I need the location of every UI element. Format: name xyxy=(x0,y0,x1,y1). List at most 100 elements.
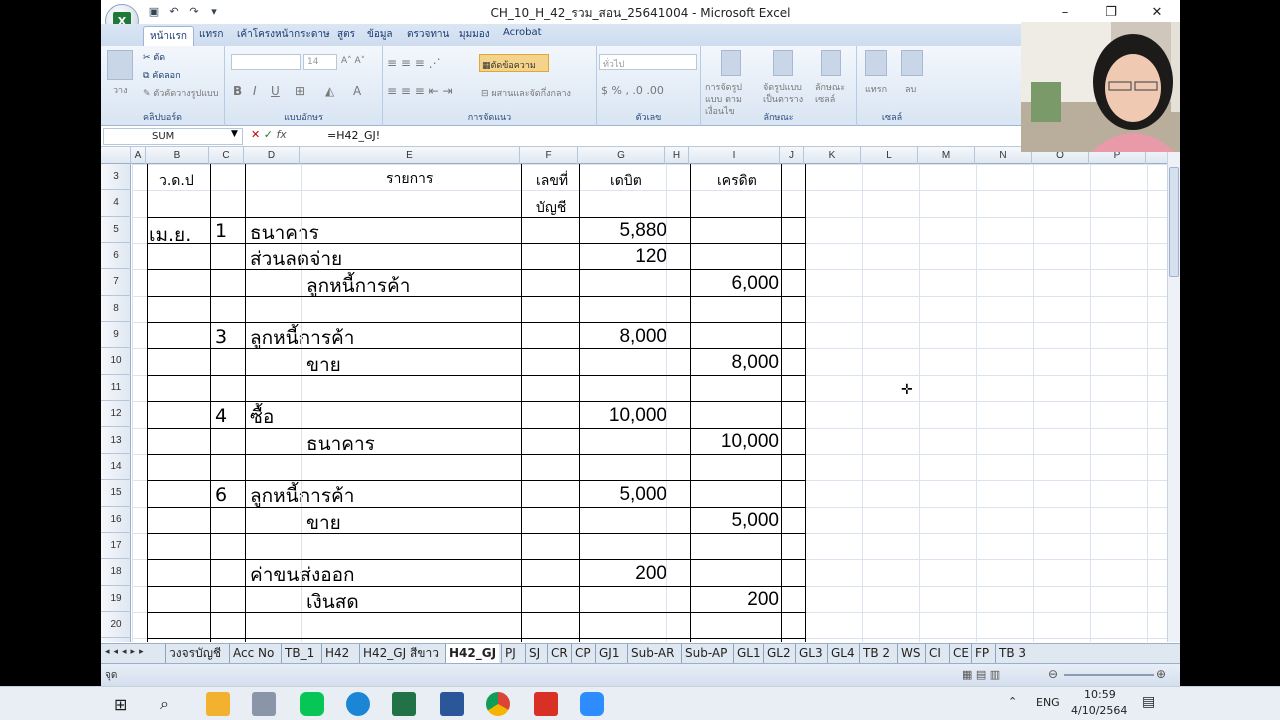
borders-icon[interactable]: ⊞ xyxy=(295,84,305,98)
restore-button[interactable]: ❐ xyxy=(1088,0,1134,24)
align-top-icon[interactable]: ≡ ≡ ≡ ⋰ xyxy=(387,56,441,70)
column-header-h[interactable]: H xyxy=(665,147,689,164)
row-header-4[interactable]: 4 xyxy=(101,190,131,217)
vertical-scrollbar[interactable] xyxy=(1167,147,1180,642)
row-header-18[interactable]: 18 xyxy=(101,559,131,586)
font-size-select[interactable]: 14 xyxy=(303,54,337,70)
row-header-13[interactable]: 13 xyxy=(101,428,131,454)
tab-page-layout[interactable]: เค้าโครงหน้ากระดาษ xyxy=(237,27,330,42)
row-header-19[interactable]: 19 xyxy=(101,586,131,612)
conditional-format-icon[interactable] xyxy=(721,50,741,76)
zoom-slider[interactable] xyxy=(1064,674,1154,676)
file-explorer-icon[interactable] xyxy=(206,692,230,716)
row-header-9[interactable]: 9 xyxy=(101,322,131,349)
tray-chevron-icon[interactable]: ⌃ xyxy=(1008,695,1017,708)
column-header-d[interactable]: D xyxy=(244,147,300,164)
zoom-out-icon[interactable]: ⊖ xyxy=(1048,667,1058,681)
enter-icon[interactable]: ✓ xyxy=(264,128,273,141)
tab-review[interactable]: ตรวจทาน xyxy=(407,27,449,42)
column-header-g[interactable]: G xyxy=(578,147,665,164)
cancel-icon[interactable]: ✕ xyxy=(251,128,260,141)
cell-styles-icon[interactable] xyxy=(821,50,841,76)
zoom-app-icon[interactable] xyxy=(580,692,604,716)
delete-cells-icon[interactable] xyxy=(901,50,923,76)
row-header-16[interactable]: 16 xyxy=(101,507,131,533)
excel-taskbar-icon[interactable] xyxy=(392,692,416,716)
sheet-nav-arrows-icon[interactable]: ◂◂◂▸▸ xyxy=(105,647,148,657)
fill-color-icon[interactable]: ◭ xyxy=(325,84,334,98)
wrap-text-button[interactable]: ▦ตัดข้อความ xyxy=(479,54,549,72)
sheet-tab[interactable]: CI xyxy=(925,644,944,663)
chrome-icon[interactable] xyxy=(486,692,510,716)
clock-time[interactable]: 10:59 xyxy=(1084,688,1116,701)
row-header-5[interactable]: 5 xyxy=(101,217,131,244)
tab-data[interactable]: ข้อมูล xyxy=(367,27,393,42)
sheet-tab[interactable]: GJ1 xyxy=(595,644,622,663)
sheet-tab[interactable]: FP xyxy=(971,644,992,663)
row-header-10[interactable]: 10 xyxy=(101,348,131,375)
column-header-m[interactable]: M xyxy=(918,147,975,164)
line-app-icon[interactable] xyxy=(300,692,324,716)
word-icon[interactable] xyxy=(440,692,464,716)
fx-icon[interactable]: fx xyxy=(276,128,286,141)
italic-icon[interactable]: I xyxy=(253,84,257,98)
insert-cells-button[interactable]: แทรก xyxy=(865,82,887,96)
input-language[interactable]: ENG xyxy=(1036,696,1060,709)
paste-icon[interactable] xyxy=(107,50,133,80)
row-header-15[interactable]: 15 xyxy=(101,480,131,507)
sheet-tab[interactable]: CE xyxy=(949,644,972,663)
grow-font-icon[interactable]: A˄ A˅ xyxy=(341,56,365,66)
row-header-20[interactable]: 20 xyxy=(101,612,131,639)
column-header-f[interactable]: F xyxy=(520,147,578,164)
sheet-tab[interactable]: GL4 xyxy=(827,644,858,663)
sheet-tab[interactable]: CP xyxy=(571,644,594,663)
format-table-icon[interactable] xyxy=(773,50,793,76)
sheet-tab[interactable]: TB 3 xyxy=(995,644,1029,663)
column-header-k[interactable]: K xyxy=(804,147,861,164)
sheet-tab[interactable]: PJ xyxy=(501,644,519,663)
minimize-button[interactable]: – xyxy=(1042,0,1088,24)
sheet-tab[interactable]: WS xyxy=(897,644,923,663)
tab-formulas[interactable]: สูตร xyxy=(337,27,355,42)
bold-icon[interactable]: B xyxy=(233,84,242,98)
sheet-tab[interactable]: H42_GJ xyxy=(445,644,500,663)
column-header-a[interactable]: A xyxy=(131,147,146,164)
sheet-tab[interactable]: วงจรบัญชี xyxy=(165,644,224,663)
edge-icon[interactable] xyxy=(346,692,370,716)
sheet-tab[interactable]: TB_1 xyxy=(281,644,317,663)
row-header-11[interactable]: 11 xyxy=(101,375,131,402)
font-color-icon[interactable]: A xyxy=(353,84,361,98)
sheet-tab[interactable]: Sub-AP xyxy=(681,644,730,663)
sheet-tab[interactable]: GL1 xyxy=(733,644,764,663)
sheet-tab[interactable]: H42_GJ สีขาว xyxy=(359,644,442,663)
column-header-c[interactable]: C xyxy=(209,147,244,164)
column-header-l[interactable]: L xyxy=(861,147,918,164)
column-header-e[interactable]: E xyxy=(300,147,520,164)
sheet-tab[interactable]: Acc No xyxy=(229,644,277,663)
copy-button[interactable]: ⧉ คัดลอก xyxy=(143,68,181,82)
tab-view[interactable]: มุมมอง xyxy=(459,27,490,42)
sheet-tab[interactable]: TB 2 xyxy=(859,644,893,663)
cell-styles-button[interactable]: ลักษณะ เซลล์ xyxy=(815,82,851,106)
start-icon[interactable]: ⊞ xyxy=(114,695,127,714)
column-header-b[interactable]: B xyxy=(146,147,209,164)
formula-input[interactable]: =H42_GJ! xyxy=(327,129,380,142)
row-header-8[interactable]: 8 xyxy=(101,296,131,323)
zoom-in-icon[interactable]: ⊕ xyxy=(1156,667,1166,681)
align-left-icon[interactable]: ≡ ≡ ≡ ⇤ ⇥ xyxy=(387,84,453,98)
format-table-button[interactable]: จัดรูปแบบ เป็นตาราง xyxy=(763,82,807,106)
name-box-dropdown-icon[interactable]: ▼ xyxy=(231,129,238,139)
column-header-i[interactable]: I xyxy=(689,147,780,164)
clock-date[interactable]: 4/10/2564 xyxy=(1071,704,1127,717)
insert-cells-icon[interactable] xyxy=(865,50,887,76)
sheet-tab[interactable]: SJ xyxy=(525,644,543,663)
cut-button[interactable]: ✂ ตัด xyxy=(143,50,165,64)
tab-acrobat[interactable]: Acrobat xyxy=(503,27,542,38)
merge-center-button[interactable]: ⊟ ผสานและจัดกึ่งกลาง xyxy=(481,86,571,100)
sheet-tab[interactable]: CR xyxy=(547,644,571,663)
row-header-14[interactable]: 14 xyxy=(101,454,131,481)
underline-icon[interactable]: U xyxy=(271,84,280,98)
close-button[interactable]: ✕ xyxy=(1134,0,1180,24)
row-header-7[interactable]: 7 xyxy=(101,269,131,296)
snipping-tool-icon[interactable] xyxy=(252,692,276,716)
